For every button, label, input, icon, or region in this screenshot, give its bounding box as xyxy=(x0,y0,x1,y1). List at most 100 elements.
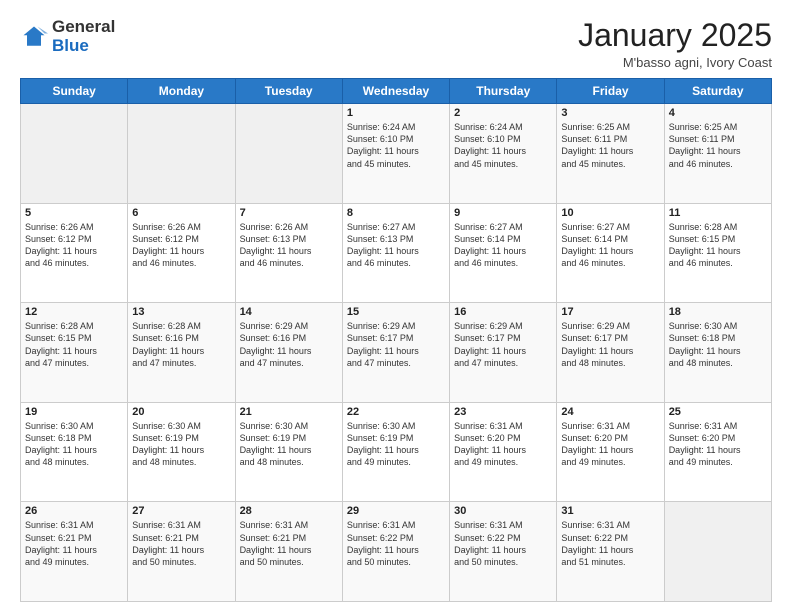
day-number: 7 xyxy=(240,207,338,219)
day-detail: Sunrise: 6:31 AM Sunset: 6:20 PM Dayligh… xyxy=(561,420,659,469)
day-number: 16 xyxy=(454,306,552,318)
day-number: 28 xyxy=(240,505,338,517)
day-detail: Sunrise: 6:28 AM Sunset: 6:15 PM Dayligh… xyxy=(25,320,123,369)
calendar-week-row: 12 Sunrise: 6:28 AM Sunset: 6:15 PM Dayli… xyxy=(21,303,772,403)
day-of-week-header: Thursday xyxy=(450,79,557,104)
day-detail: Sunrise: 6:30 AM Sunset: 6:19 PM Dayligh… xyxy=(132,420,230,469)
day-detail: Sunrise: 6:30 AM Sunset: 6:19 PM Dayligh… xyxy=(347,420,445,469)
title-block: January 2025 M'basso agni, Ivory Coast xyxy=(578,18,772,70)
day-detail: Sunrise: 6:31 AM Sunset: 6:20 PM Dayligh… xyxy=(669,420,767,469)
calendar-header: SundayMondayTuesdayWednesdayThursdayFrid… xyxy=(21,79,772,104)
day-detail: Sunrise: 6:27 AM Sunset: 6:14 PM Dayligh… xyxy=(561,221,659,270)
calendar-cell: 3 Sunrise: 6:25 AM Sunset: 6:11 PM Daylig… xyxy=(557,104,664,204)
day-detail: Sunrise: 6:29 AM Sunset: 6:16 PM Dayligh… xyxy=(240,320,338,369)
header-row: SundayMondayTuesdayWednesdayThursdayFrid… xyxy=(21,79,772,104)
day-detail: Sunrise: 6:31 AM Sunset: 6:22 PM Dayligh… xyxy=(561,519,659,568)
day-number: 26 xyxy=(25,505,123,517)
day-number: 6 xyxy=(132,207,230,219)
day-detail: Sunrise: 6:31 AM Sunset: 6:22 PM Dayligh… xyxy=(454,519,552,568)
location: M'basso agni, Ivory Coast xyxy=(578,55,772,70)
calendar-cell: 6 Sunrise: 6:26 AM Sunset: 6:12 PM Daylig… xyxy=(128,203,235,303)
day-number: 19 xyxy=(25,406,123,418)
logo: General Blue xyxy=(20,18,115,55)
calendar-cell: 17Sunrise: 6:29 AM Sunset: 6:17 PM Dayli… xyxy=(557,303,664,403)
day-number: 15 xyxy=(347,306,445,318)
calendar-cell: 8Sunrise: 6:27 AM Sunset: 6:13 PM Daylig… xyxy=(342,203,449,303)
day-number: 9 xyxy=(454,207,552,219)
day-number: 23 xyxy=(454,406,552,418)
day-number: 24 xyxy=(561,406,659,418)
day-detail: Sunrise: 6:29 AM Sunset: 6:17 PM Dayligh… xyxy=(347,320,445,369)
day-number: 21 xyxy=(240,406,338,418)
day-detail: Sunrise: 6:31 AM Sunset: 6:20 PM Dayligh… xyxy=(454,420,552,469)
calendar-cell: 31 Sunrise: 6:31 AM Sunset: 6:22 PM Dayli… xyxy=(557,502,664,602)
day-number: 5 xyxy=(25,207,123,219)
day-number: 25 xyxy=(669,406,767,418)
calendar-cell: 13Sunrise: 6:28 AM Sunset: 6:16 PM Dayli… xyxy=(128,303,235,403)
day-detail: Sunrise: 6:30 AM Sunset: 6:18 PM Dayligh… xyxy=(669,320,767,369)
calendar-cell: 29 Sunrise: 6:31 AM Sunset: 6:22 PM Dayli… xyxy=(342,502,449,602)
calendar-cell xyxy=(235,104,342,204)
day-of-week-header: Saturday xyxy=(664,79,771,104)
day-of-week-header: Monday xyxy=(128,79,235,104)
calendar-cell: 27 Sunrise: 6:31 AM Sunset: 6:21 PM Dayli… xyxy=(128,502,235,602)
day-of-week-header: Sunday xyxy=(21,79,128,104)
day-number: 30 xyxy=(454,505,552,517)
calendar-week-row: 26 Sunrise: 6:31 AM Sunset: 6:21 PM Dayli… xyxy=(21,502,772,602)
day-detail: Sunrise: 6:27 AM Sunset: 6:14 PM Dayligh… xyxy=(454,221,552,270)
calendar-cell: 21Sunrise: 6:30 AM Sunset: 6:19 PM Dayli… xyxy=(235,402,342,502)
logo-icon xyxy=(20,23,48,51)
day-detail: Sunrise: 6:31 AM Sunset: 6:22 PM Dayligh… xyxy=(347,519,445,568)
day-detail: Sunrise: 6:27 AM Sunset: 6:13 PM Dayligh… xyxy=(347,221,445,270)
calendar-cell xyxy=(21,104,128,204)
day-number: 1 xyxy=(347,107,445,119)
calendar-cell: 28 Sunrise: 6:31 AM Sunset: 6:21 PM Dayli… xyxy=(235,502,342,602)
day-number: 3 xyxy=(561,107,659,119)
calendar-cell: 7 Sunrise: 6:26 AM Sunset: 6:13 PM Daylig… xyxy=(235,203,342,303)
calendar-cell: 12 Sunrise: 6:28 AM Sunset: 6:15 PM Dayli… xyxy=(21,303,128,403)
calendar-cell xyxy=(664,502,771,602)
day-number: 11 xyxy=(669,207,767,219)
day-number: 31 xyxy=(561,505,659,517)
calendar-cell: 14 Sunrise: 6:29 AM Sunset: 6:16 PM Dayli… xyxy=(235,303,342,403)
calendar-table: SundayMondayTuesdayWednesdayThursdayFrid… xyxy=(20,78,772,602)
calendar-cell: 5 Sunrise: 6:26 AM Sunset: 6:12 PM Daylig… xyxy=(21,203,128,303)
day-detail: Sunrise: 6:26 AM Sunset: 6:12 PM Dayligh… xyxy=(132,221,230,270)
day-detail: Sunrise: 6:31 AM Sunset: 6:21 PM Dayligh… xyxy=(240,519,338,568)
day-number: 22 xyxy=(347,406,445,418)
calendar-cell: 1Sunrise: 6:24 AM Sunset: 6:10 PM Daylig… xyxy=(342,104,449,204)
calendar-cell: 26Sunrise: 6:31 AM Sunset: 6:21 PM Dayli… xyxy=(21,502,128,602)
month-title: January 2025 xyxy=(578,18,772,53)
calendar-cell: 20 Sunrise: 6:30 AM Sunset: 6:19 PM Dayli… xyxy=(128,402,235,502)
logo-blue-text: Blue xyxy=(52,37,115,56)
header: General Blue January 2025 M'basso agni, … xyxy=(20,18,772,70)
day-number: 20 xyxy=(132,406,230,418)
day-of-week-header: Friday xyxy=(557,79,664,104)
day-detail: Sunrise: 6:30 AM Sunset: 6:18 PM Dayligh… xyxy=(25,420,123,469)
calendar-cell: 25 Sunrise: 6:31 AM Sunset: 6:20 PM Dayli… xyxy=(664,402,771,502)
calendar-week-row: 19 Sunrise: 6:30 AM Sunset: 6:18 PM Dayli… xyxy=(21,402,772,502)
day-detail: Sunrise: 6:26 AM Sunset: 6:12 PM Dayligh… xyxy=(25,221,123,270)
calendar-week-row: 5 Sunrise: 6:26 AM Sunset: 6:12 PM Daylig… xyxy=(21,203,772,303)
day-number: 14 xyxy=(240,306,338,318)
calendar-cell: 22 Sunrise: 6:30 AM Sunset: 6:19 PM Dayli… xyxy=(342,402,449,502)
day-detail: Sunrise: 6:26 AM Sunset: 6:13 PM Dayligh… xyxy=(240,221,338,270)
day-of-week-header: Tuesday xyxy=(235,79,342,104)
calendar-cell: 15 Sunrise: 6:29 AM Sunset: 6:17 PM Dayli… xyxy=(342,303,449,403)
day-number: 29 xyxy=(347,505,445,517)
day-number: 12 xyxy=(25,306,123,318)
day-number: 27 xyxy=(132,505,230,517)
calendar-body: 1Sunrise: 6:24 AM Sunset: 6:10 PM Daylig… xyxy=(21,104,772,602)
calendar-cell: 19 Sunrise: 6:30 AM Sunset: 6:18 PM Dayli… xyxy=(21,402,128,502)
logo-general-text: General xyxy=(52,18,115,37)
day-number: 10 xyxy=(561,207,659,219)
day-detail: Sunrise: 6:29 AM Sunset: 6:17 PM Dayligh… xyxy=(561,320,659,369)
day-detail: Sunrise: 6:31 AM Sunset: 6:21 PM Dayligh… xyxy=(132,519,230,568)
calendar-week-row: 1Sunrise: 6:24 AM Sunset: 6:10 PM Daylig… xyxy=(21,104,772,204)
calendar-cell: 11Sunrise: 6:28 AM Sunset: 6:15 PM Dayli… xyxy=(664,203,771,303)
day-detail: Sunrise: 6:25 AM Sunset: 6:11 PM Dayligh… xyxy=(561,121,659,170)
calendar-cell: 4Sunrise: 6:25 AM Sunset: 6:11 PM Daylig… xyxy=(664,104,771,204)
day-number: 18 xyxy=(669,306,767,318)
day-detail: Sunrise: 6:29 AM Sunset: 6:17 PM Dayligh… xyxy=(454,320,552,369)
calendar-cell: 23 Sunrise: 6:31 AM Sunset: 6:20 PM Dayli… xyxy=(450,402,557,502)
